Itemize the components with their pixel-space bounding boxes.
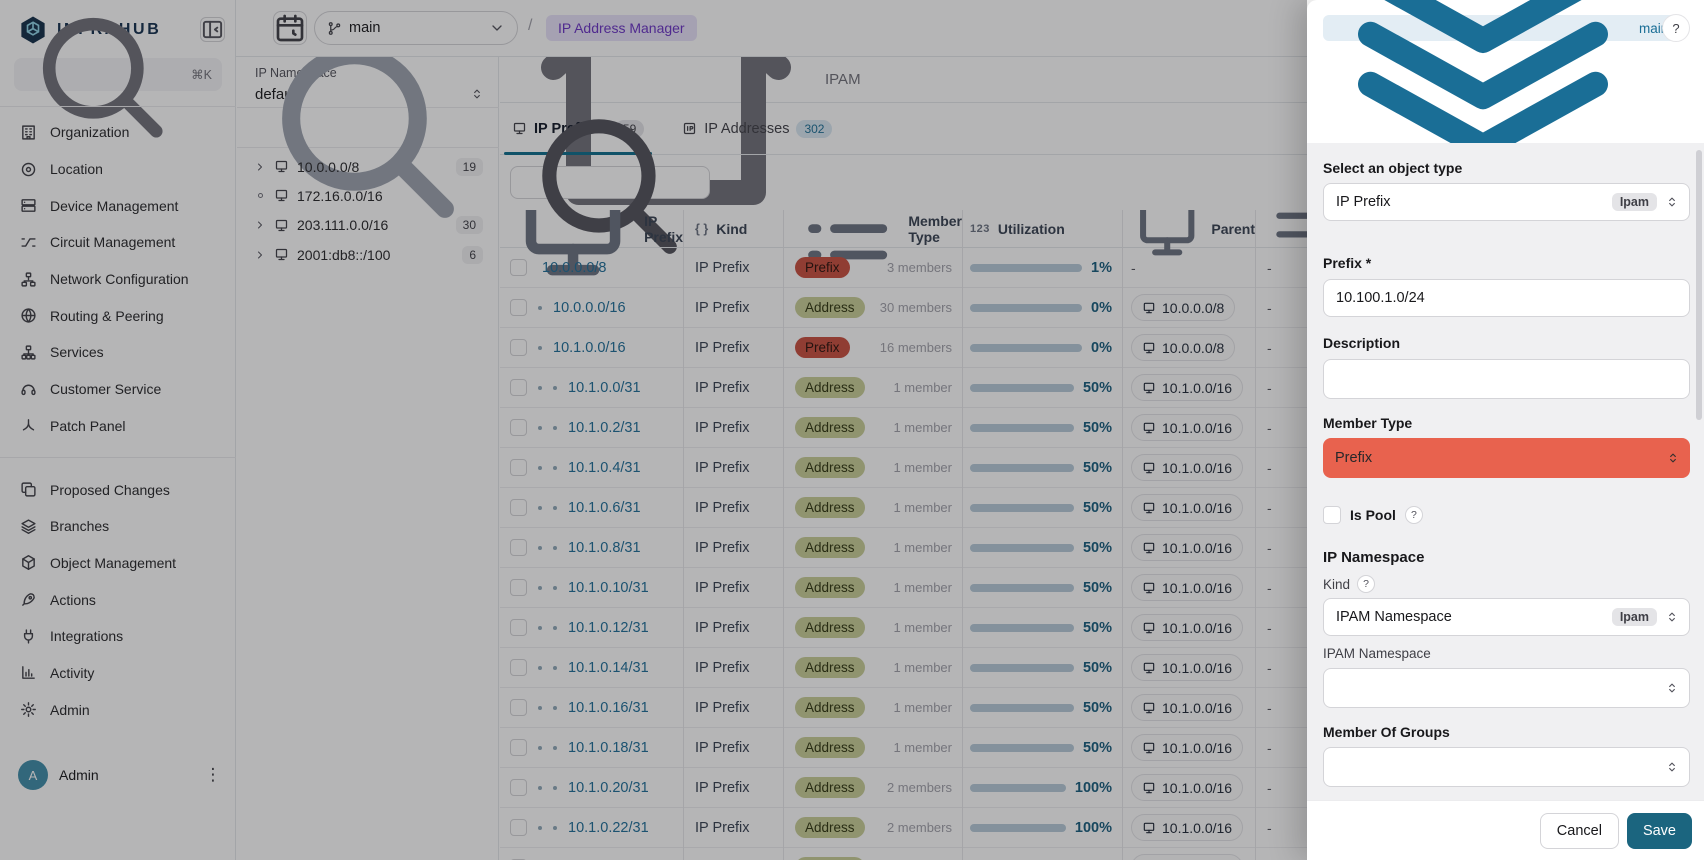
kind-value: IPAM Namespace: [1336, 609, 1604, 625]
drawer-form: Select an object type IP Prefix Ipam Pre…: [1307, 143, 1704, 800]
kind-label-row: Kind ?: [1323, 575, 1690, 593]
ipam-namespace-label: IPAM Namespace: [1323, 646, 1690, 661]
object-type-value: IP Prefix: [1336, 194, 1604, 210]
object-type-label: Select an object type: [1323, 160, 1690, 176]
kind-help-icon[interactable]: ?: [1357, 575, 1375, 593]
is-pool-row: Is Pool ?: [1323, 506, 1690, 524]
drawer-header: main ? IP Prefix › New Create IP Prefix …: [1307, 0, 1704, 143]
ipam-namespace-select[interactable]: [1323, 668, 1690, 708]
member-type-select[interactable]: Prefix: [1323, 438, 1690, 478]
member-of-groups-select[interactable]: [1323, 747, 1690, 787]
branch-badge: main: [1323, 15, 1678, 41]
select-stepper-icon: [1666, 451, 1680, 465]
is-pool-checkbox[interactable]: [1323, 506, 1341, 524]
drawer-scrollbar[interactable]: [1696, 150, 1702, 420]
object-type-select[interactable]: IP Prefix Ipam: [1323, 183, 1690, 221]
drawer-footer: Cancel Save: [1307, 800, 1704, 860]
select-stepper-icon: [1665, 610, 1679, 624]
member-of-groups-label: Member Of Groups: [1323, 724, 1690, 740]
is-pool-label: Is Pool: [1350, 507, 1396, 523]
description-input[interactable]: [1323, 359, 1690, 399]
is-pool-help-icon[interactable]: ?: [1405, 506, 1423, 524]
member-type-label: Member Type: [1323, 415, 1690, 431]
cancel-button[interactable]: Cancel: [1540, 813, 1619, 849]
help-button[interactable]: ?: [1662, 14, 1690, 42]
ip-namespace-heading: IP Namespace: [1323, 549, 1690, 566]
prefix-input[interactable]: 10.100.1.0/24: [1323, 279, 1690, 317]
select-stepper-icon: [1665, 195, 1679, 209]
prefix-field-label: Prefix *: [1323, 255, 1690, 271]
create-ip-prefix-drawer: main ? IP Prefix › New Create IP Prefix …: [1307, 0, 1704, 860]
select-stepper-icon: [1665, 760, 1679, 774]
description-field-label: Description: [1323, 335, 1690, 351]
ipam-badge: Ipam: [1612, 193, 1657, 211]
select-stepper-icon: [1665, 681, 1679, 695]
kind-select[interactable]: IPAM Namespace Ipam: [1323, 598, 1690, 636]
save-button[interactable]: Save: [1627, 813, 1692, 849]
infrahub-app: INFRAHUB ⌘K OrganizationLocationDevice M…: [0, 0, 1704, 860]
modal-overlay[interactable]: [0, 0, 1307, 860]
member-type-value: Prefix: [1335, 450, 1658, 466]
kind-label: Kind: [1323, 577, 1350, 592]
ipam-badge: Ipam: [1612, 608, 1657, 626]
